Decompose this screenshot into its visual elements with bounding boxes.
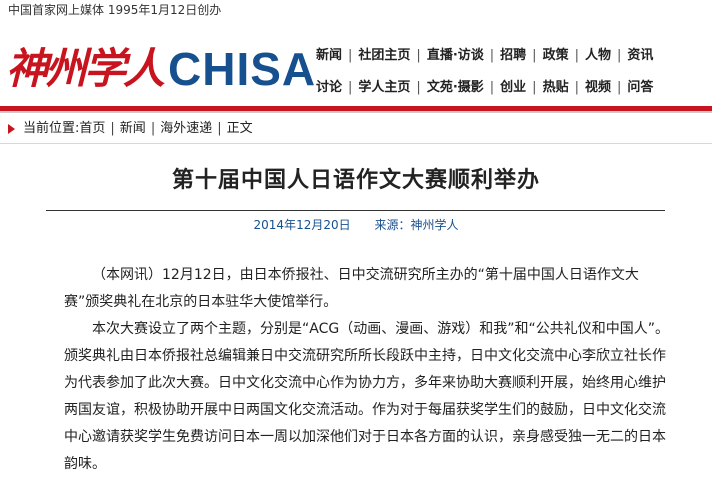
breadcrumb-current: 正文: [226, 121, 253, 136]
title-divider: [46, 210, 665, 211]
article-body: （本网讯）12月12日，由日本侨报社、日中交流研究所主办的“第十届中国人日语作文…: [64, 262, 674, 478]
breadcrumb-separator: |: [150, 121, 156, 136]
header-grey-divider: [0, 111, 712, 113]
article-meta: 2014年12月20日 来源：神州学人: [0, 216, 712, 233]
nav-item-startup[interactable]: 创业: [494, 76, 532, 100]
main-nav: 新闻 | 社团主页 | 直播·访谈 | 招聘 | 政策 | 人物 | 资讯 讨论 | 学人主页 | 文苑·摄影 |…: [310, 44, 710, 108]
nav-item-video[interactable]: 视频: [579, 76, 617, 100]
logo-english[interactable]: CHISA: [168, 42, 316, 96]
breadcrumb-overseas[interactable]: 海外速递: [160, 121, 212, 136]
site-tagline: 中国首家网上媒体 1995年1月12日创办: [8, 3, 222, 17]
site-header: 神州学人 CHISA 新闻 | 社团主页 | 直播·访谈 | 招聘 | 政策 | 人物 | 资讯 讨论 |…: [0, 24, 712, 106]
nav-item-literature-photo[interactable]: 文苑·摄影: [421, 76, 490, 100]
breadcrumb-separator: |: [110, 121, 115, 136]
article-paragraph: （本网讯）12月12日，由日本侨报社、日中交流研究所主办的“第十届中国人日语作文…: [64, 267, 639, 310]
breadcrumb: 当前位置:首页 | 新闻 | 海外速递 | 正文: [8, 118, 253, 140]
nav-item-hot-posts[interactable]: 热贴: [537, 76, 575, 100]
nav-item-live[interactable]: 直播·访谈: [421, 44, 490, 68]
nav-item-jobs[interactable]: 招聘: [494, 44, 532, 68]
breadcrumb-label: 当前位置:: [23, 121, 80, 136]
nav-row-2: 讨论 | 学人主页 | 文苑·摄影 | 创业 | 热贴 | 视频 | 问答: [310, 76, 710, 100]
article-title: 第十届中国人日语作文大赛顺利举办: [171, 168, 540, 193]
breadcrumb-news[interactable]: 新闻: [120, 121, 146, 136]
article-date: 2014年12月20日: [253, 218, 351, 232]
logo-chinese[interactable]: 神州学人: [6, 38, 166, 100]
breadcrumb-divider: [0, 143, 712, 144]
nav-item-discussion[interactable]: 讨论: [310, 76, 348, 100]
nav-row-1: 新闻 | 社团主页 | 直播·访谈 | 招聘 | 政策 | 人物 | 资讯: [310, 44, 710, 68]
nav-item-policy[interactable]: 政策: [537, 44, 575, 68]
breadcrumb-separator: |: [217, 121, 222, 136]
nav-item-scholar-home[interactable]: 学人主页: [352, 76, 416, 100]
nav-item-info[interactable]: 资讯: [621, 44, 659, 68]
nav-item-people[interactable]: 人物: [579, 44, 617, 68]
nav-item-community[interactable]: 社团主页: [352, 44, 416, 68]
nav-item-news[interactable]: 新闻: [310, 44, 348, 68]
article-paragraph: 本次大赛设立了两个主题，分别是“ACG（动画、漫画、游戏）和我”和“公共礼仪和中…: [64, 321, 669, 472]
breadcrumb-arrow-icon: [8, 123, 15, 134]
nav-item-qa[interactable]: 问答: [621, 76, 659, 100]
article-source: 来源：神州学人: [374, 218, 459, 232]
breadcrumb-home[interactable]: 首页: [79, 121, 105, 136]
